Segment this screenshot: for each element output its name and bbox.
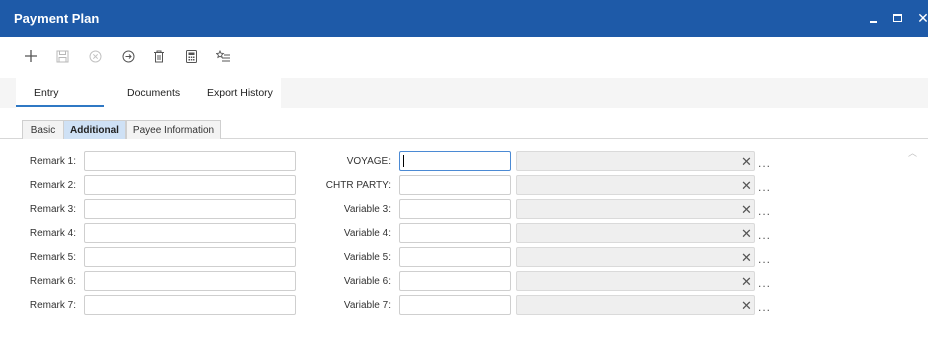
variable-6-clear-icon[interactable]: ✕ bbox=[741, 275, 752, 288]
chtr-party-lookup-button[interactable]: ... bbox=[758, 181, 771, 193]
tab-entry[interactable]: Entry bbox=[34, 87, 59, 99]
cancel-button[interactable] bbox=[86, 47, 104, 65]
maximize-button[interactable] bbox=[886, 8, 908, 28]
variable-6-lookup-button[interactable]: ... bbox=[758, 277, 771, 289]
scroll-up-icon[interactable]: ︿ bbox=[908, 146, 917, 159]
active-tab-indicator bbox=[16, 105, 104, 107]
variable-4-lookup-button[interactable]: ... bbox=[758, 229, 771, 241]
trash-icon bbox=[154, 50, 164, 62]
voyage-label: VOYAGE: bbox=[346, 156, 391, 167]
variable-5-lookup-button[interactable]: ... bbox=[758, 253, 771, 265]
remark-7-label: Remark 7: bbox=[29, 300, 76, 311]
variable-5-description bbox=[516, 247, 755, 267]
chtr-party-clear-icon[interactable]: ✕ bbox=[741, 179, 752, 192]
main-tabs: Entry Documents Export History bbox=[0, 78, 928, 108]
variable-7-description bbox=[516, 295, 755, 315]
window-title: Payment Plan bbox=[14, 11, 100, 26]
text-caret bbox=[403, 155, 404, 167]
star-list-icon bbox=[215, 49, 230, 61]
remark-6-label: Remark 6: bbox=[29, 276, 76, 287]
minimize-icon bbox=[869, 21, 877, 23]
calculator-icon bbox=[185, 49, 197, 63]
variable-7-input[interactable] bbox=[399, 295, 511, 315]
arrow-circle-right-icon bbox=[122, 50, 134, 62]
variable-3-clear-icon[interactable]: ✕ bbox=[741, 203, 752, 216]
save-icon bbox=[56, 50, 68, 62]
remark-1-label: Remark 1: bbox=[29, 156, 76, 167]
voyage-lookup-button[interactable]: ... bbox=[758, 157, 771, 169]
voyage-input[interactable] bbox=[399, 151, 511, 171]
remark-5-input[interactable] bbox=[84, 247, 296, 267]
remark-6-input[interactable] bbox=[84, 271, 296, 291]
remark-5-label: Remark 5: bbox=[29, 252, 76, 263]
variable-7-label: Variable 7: bbox=[343, 300, 391, 311]
variable-5-label: Variable 5: bbox=[343, 252, 391, 263]
remark-2-label: Remark 2: bbox=[29, 180, 76, 191]
delete-button[interactable] bbox=[150, 47, 168, 65]
subtab-additional[interactable]: Additional bbox=[63, 120, 126, 139]
variable-3-lookup-button[interactable]: ... bbox=[758, 205, 771, 217]
tab-documents[interactable]: Documents bbox=[127, 87, 180, 99]
remark-3-label: Remark 3: bbox=[29, 204, 76, 215]
subtab-payee-information[interactable]: Payee Information bbox=[126, 120, 221, 139]
variable-5-clear-icon[interactable]: ✕ bbox=[741, 251, 752, 264]
tab-export-history[interactable]: Export History bbox=[207, 87, 273, 99]
remark-1-input[interactable] bbox=[84, 151, 296, 171]
remark-4-label: Remark 4: bbox=[29, 228, 76, 239]
variable-3-input[interactable] bbox=[399, 199, 511, 219]
save-button[interactable] bbox=[53, 47, 71, 65]
variable-6-input[interactable] bbox=[399, 271, 511, 291]
subtab-basic[interactable]: Basic bbox=[22, 120, 64, 139]
variable-7-lookup-button[interactable]: ... bbox=[758, 301, 771, 313]
add-button[interactable] bbox=[22, 47, 40, 65]
variable-4-label: Variable 4: bbox=[343, 228, 391, 239]
variable-3-label: Variable 3: bbox=[343, 204, 391, 215]
variable-6-label: Variable 6: bbox=[343, 276, 391, 287]
close-button[interactable]: ✕ bbox=[912, 8, 928, 28]
voyage-clear-icon[interactable]: ✕ bbox=[741, 155, 752, 168]
sub-tabs: Basic Additional Payee Information bbox=[0, 119, 928, 139]
plus-icon bbox=[25, 50, 37, 62]
variable-6-description bbox=[516, 271, 755, 291]
remark-4-input[interactable] bbox=[84, 223, 296, 243]
variable-7-clear-icon[interactable]: ✕ bbox=[741, 299, 752, 312]
remark-3-input[interactable] bbox=[84, 199, 296, 219]
variable-4-clear-icon[interactable]: ✕ bbox=[741, 227, 752, 240]
favorites-button[interactable] bbox=[214, 47, 232, 65]
variable-4-description bbox=[516, 223, 755, 243]
close-icon: ✕ bbox=[917, 10, 928, 26]
calculator-button[interactable] bbox=[182, 47, 200, 65]
variable-4-input[interactable] bbox=[399, 223, 511, 243]
minimize-button[interactable] bbox=[862, 8, 884, 28]
variable-5-input[interactable] bbox=[399, 247, 511, 267]
variable-3-description bbox=[516, 199, 755, 219]
remark-7-input[interactable] bbox=[84, 295, 296, 315]
title-bar: Payment Plan ✕ bbox=[0, 0, 928, 37]
voyage-description bbox=[516, 151, 755, 171]
remark-2-input[interactable] bbox=[84, 175, 296, 195]
maximize-icon bbox=[892, 14, 902, 22]
chtr-party-input[interactable] bbox=[399, 175, 511, 195]
chtr-party-label: CHTR PARTY: bbox=[325, 180, 391, 191]
toolbar bbox=[0, 37, 928, 73]
chtr-party-description bbox=[516, 175, 755, 195]
next-button[interactable] bbox=[119, 47, 137, 65]
cancel-circle-icon bbox=[89, 50, 101, 62]
